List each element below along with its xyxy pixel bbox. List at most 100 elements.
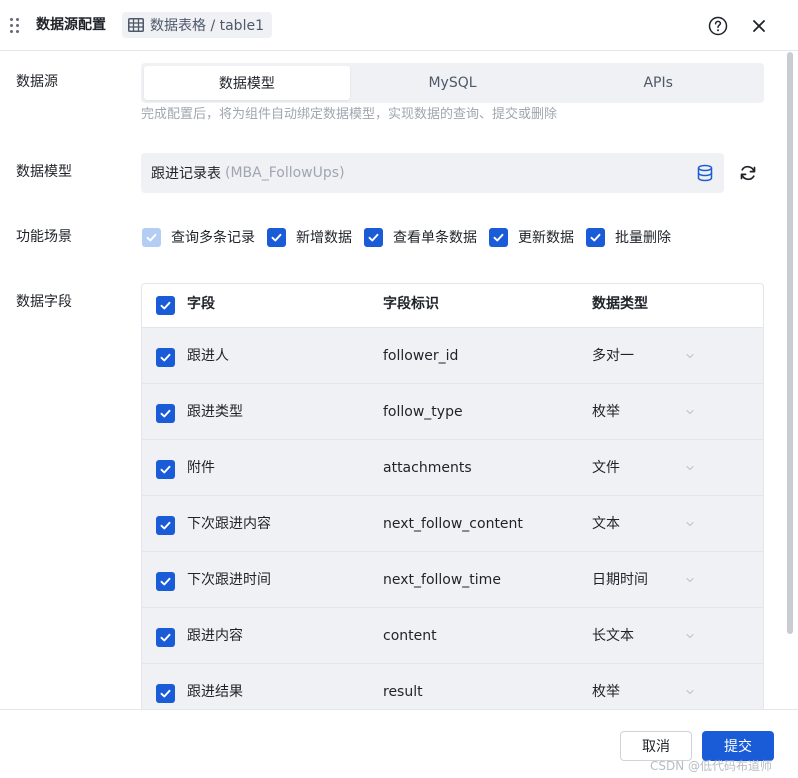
model-code: (MBA_FollowUps) [225,165,345,181]
field-key: result [383,684,423,700]
fields-table: 字段 字段标识 数据类型 跟进人 follower_id 多对一 跟进类型 fo… [141,283,764,709]
refresh-icon[interactable] [738,163,758,183]
scenario-label: 查询多条记录 [171,230,255,246]
row-checkbox[interactable] [156,684,175,703]
checkbox[interactable] [267,227,286,247]
field-type-select[interactable]: 枚举 [592,682,620,702]
fields-label: 数据字段 [16,294,72,310]
check-icon [160,301,171,310]
field-name: 附件 [187,460,215,476]
check-icon [368,233,379,241]
field-key: follower_id [383,348,459,364]
table-header: 字段 字段标识 数据类型 [142,284,763,328]
chevron-down-icon[interactable] [684,630,696,642]
check-icon [590,233,601,241]
field-name: 下次跟进内容 [187,516,271,532]
header-field-type: 数据类型 [592,296,648,312]
row-checkbox[interactable] [156,628,175,647]
scenarios-list: 查询多条记录 新增数据 查看单条数据 更新数据 批量删除 [142,227,683,247]
select-all-checkbox[interactable] [156,296,175,315]
close-icon[interactable] [750,17,768,35]
table-icon [128,18,144,32]
datasource-tabs: 数据模型 MySQL APIs [141,63,764,103]
field-type-select[interactable]: 长文本 [592,626,634,646]
chevron-down-icon[interactable] [684,350,696,362]
field-key: next_follow_time [383,572,501,588]
check-icon [271,233,282,241]
field-name: 跟进类型 [187,404,243,420]
checkbox[interactable] [142,227,161,247]
field-type-select[interactable]: 多对一 [592,346,634,366]
chevron-down-icon[interactable] [684,406,696,418]
source-chip-label: 数据表格 / table1 [150,18,264,34]
scenario-label: 批量删除 [615,230,671,246]
model-name: 跟进记录表 [151,166,221,182]
row-checkbox[interactable] [156,348,175,367]
scenario-label: 更新数据 [518,230,574,246]
table-row: 跟进结果 result 枚举 [142,664,763,709]
model-select[interactable]: 跟进记录表 (MBA_FollowUps) [141,153,724,193]
chevron-down-icon[interactable] [684,574,696,586]
tab-data-model[interactable]: 数据模型 [144,66,350,100]
field-key: attachments [383,460,472,476]
datasource-label: 数据源 [16,74,58,90]
check-icon [160,577,171,586]
scenario-update[interactable]: 更新数据 [489,227,574,247]
check-icon [160,353,171,362]
table-row: 跟进类型 follow_type 枚举 [142,384,763,440]
field-type-select[interactable]: 文本 [592,514,620,534]
vertical-scrollbar[interactable] [787,52,793,634]
field-name: 跟进人 [187,348,229,364]
table-row: 跟进人 follower_id 多对一 [142,328,763,384]
check-icon [160,465,171,474]
check-icon [160,689,171,698]
scenario-query-list[interactable]: 查询多条记录 [142,227,255,247]
header-field-name: 字段 [187,296,215,312]
table-row: 下次跟进内容 next_follow_content 文本 [142,496,763,552]
field-name: 跟进内容 [187,628,243,644]
field-key: content [383,628,437,644]
field-type-select[interactable]: 文件 [592,458,620,478]
check-icon [493,233,504,241]
drag-handle-icon[interactable] [10,18,22,34]
field-name: 跟进结果 [187,684,243,700]
field-key: next_follow_content [383,516,523,532]
dialog-header: 数据源配置 数据表格 / table1 [0,0,798,51]
scenario-create[interactable]: 新增数据 [267,227,352,247]
source-chip: 数据表格 / table1 [122,12,272,38]
tab-mysql[interactable]: MySQL [350,66,556,100]
field-key: follow_type [383,404,463,420]
scenarios-label: 功能场景 [16,229,72,245]
table-row: 下次跟进时间 next_follow_time 日期时间 [142,552,763,608]
scenario-view-single[interactable]: 查看单条数据 [364,227,477,247]
field-type-select[interactable]: 日期时间 [592,570,648,590]
check-icon [160,409,171,418]
check-icon [160,521,171,530]
tab-apis[interactable]: APIs [555,66,761,100]
checkbox[interactable] [586,227,605,247]
model-label: 数据模型 [16,164,72,180]
watermark: CSDN @低代码布道师 [650,759,773,773]
chevron-down-icon[interactable] [684,462,696,474]
chevron-down-icon[interactable] [684,518,696,530]
datasource-hint: 完成配置后，将为组件自动绑定数据模型，实现数据的查询、提交或删除 [141,107,558,122]
dialog-title: 数据源配置 [36,17,106,33]
checkbox[interactable] [489,227,508,247]
table-row: 跟进内容 content 长文本 [142,608,763,664]
checkbox[interactable] [364,227,383,247]
scenario-batch-delete[interactable]: 批量删除 [586,227,671,247]
scenario-label: 查看单条数据 [393,230,477,246]
row-checkbox[interactable] [156,572,175,591]
chevron-down-icon[interactable] [684,686,696,698]
field-name: 下次跟进时间 [187,572,271,588]
header-field-key: 字段标识 [383,296,439,312]
row-checkbox[interactable] [156,404,175,423]
check-icon [160,633,171,642]
table-row: 附件 attachments 文件 [142,440,763,496]
database-icon[interactable] [696,164,714,182]
help-icon[interactable] [708,16,728,36]
dialog-footer: 取消 提交 CSDN @低代码布道师 [0,709,798,778]
row-checkbox[interactable] [156,460,175,479]
row-checkbox[interactable] [156,516,175,535]
field-type-select[interactable]: 枚举 [592,402,620,422]
